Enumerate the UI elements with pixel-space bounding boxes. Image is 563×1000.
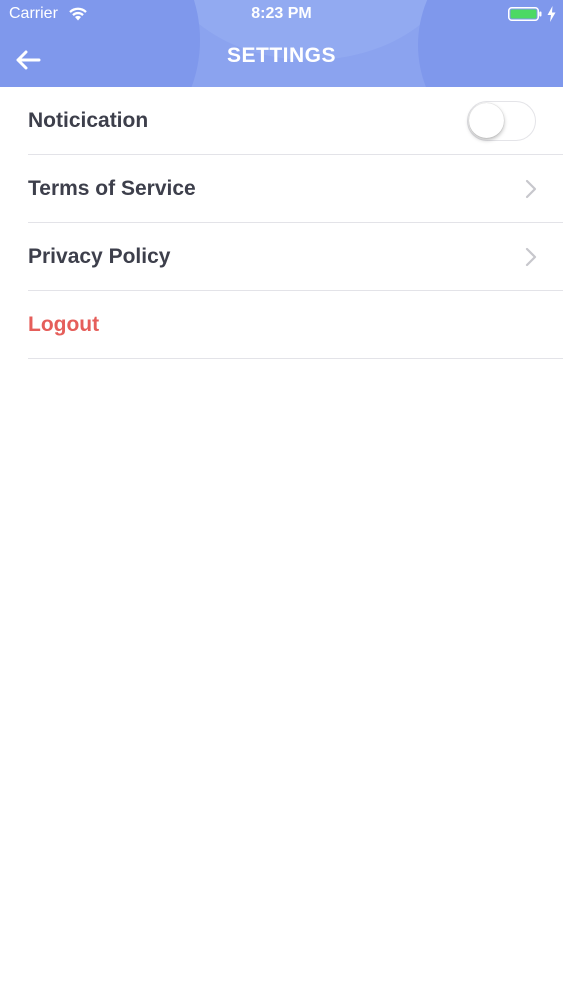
logout-button[interactable]: Logout: [28, 291, 563, 359]
settings-list: Noticication Terms of Service Privacy Po…: [0, 87, 563, 359]
page-title: SETTINGS: [226, 44, 336, 67]
charging-bolt-icon: [547, 6, 556, 22]
notification-toggle[interactable]: [467, 101, 536, 141]
toggle-knob: [469, 103, 504, 138]
settings-item-privacy-policy[interactable]: Privacy Policy: [28, 223, 563, 291]
chevron-right-icon: [525, 179, 537, 199]
status-bar: Carrier 8:23 PM: [0, 0, 563, 28]
chevron-right-icon: [525, 247, 537, 267]
settings-item-label: Privacy Policy: [28, 244, 171, 268]
settings-item-label: Terms of Service: [28, 176, 196, 200]
settings-item-terms-of-service[interactable]: Terms of Service: [28, 155, 563, 223]
header: Carrier 8:23 PM SETTINGS: [0, 0, 563, 87]
settings-item-notification: Noticication: [28, 87, 563, 155]
battery-icon: [508, 7, 542, 21]
status-time: 8:23 PM: [251, 5, 312, 22]
logout-label: Logout: [28, 312, 100, 336]
settings-item-label: Noticication: [28, 108, 149, 132]
